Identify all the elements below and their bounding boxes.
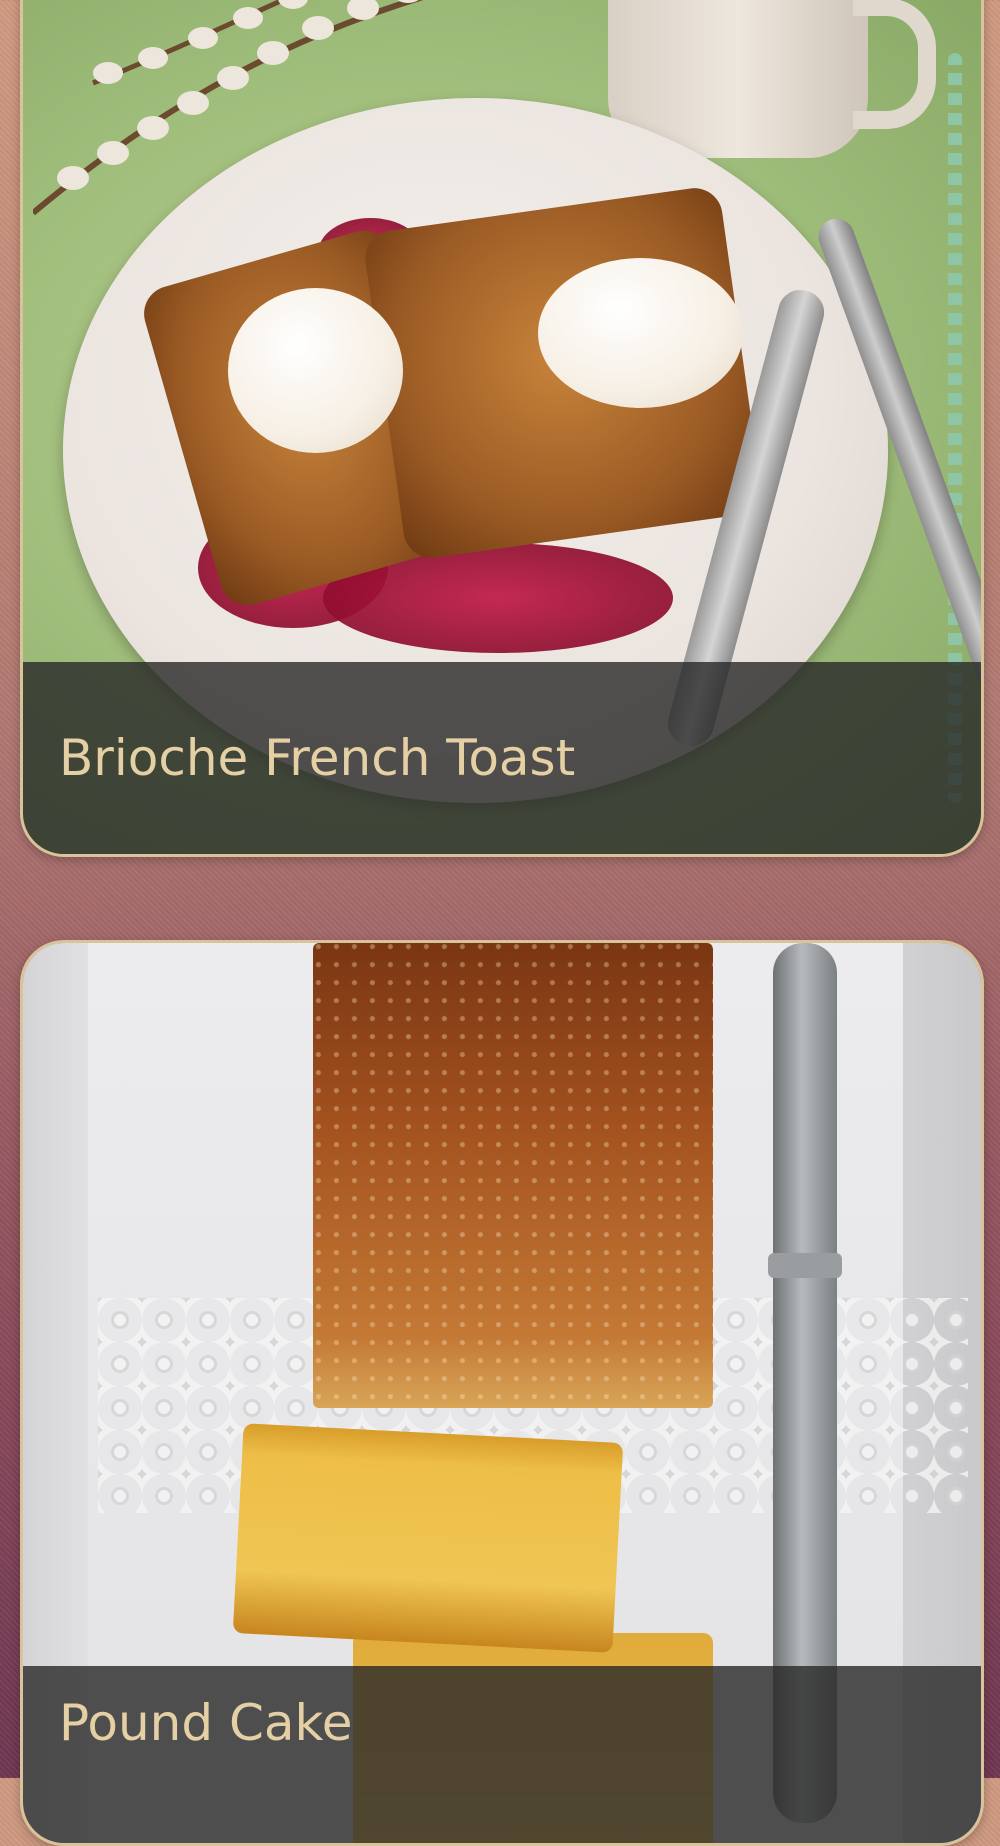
recipe-title-overlay: Pound Cake [23,1666,981,1843]
recipe-title-overlay: Brioche French Toast [23,662,981,854]
recipe-card-pound-cake[interactable]: Pound Cake [20,940,984,1846]
recipe-card-brioche-french-toast[interactable]: Brioche French Toast [20,0,984,857]
recipe-title: Pound Cake [59,1694,353,1752]
recipe-title: Brioche French Toast [59,729,576,787]
